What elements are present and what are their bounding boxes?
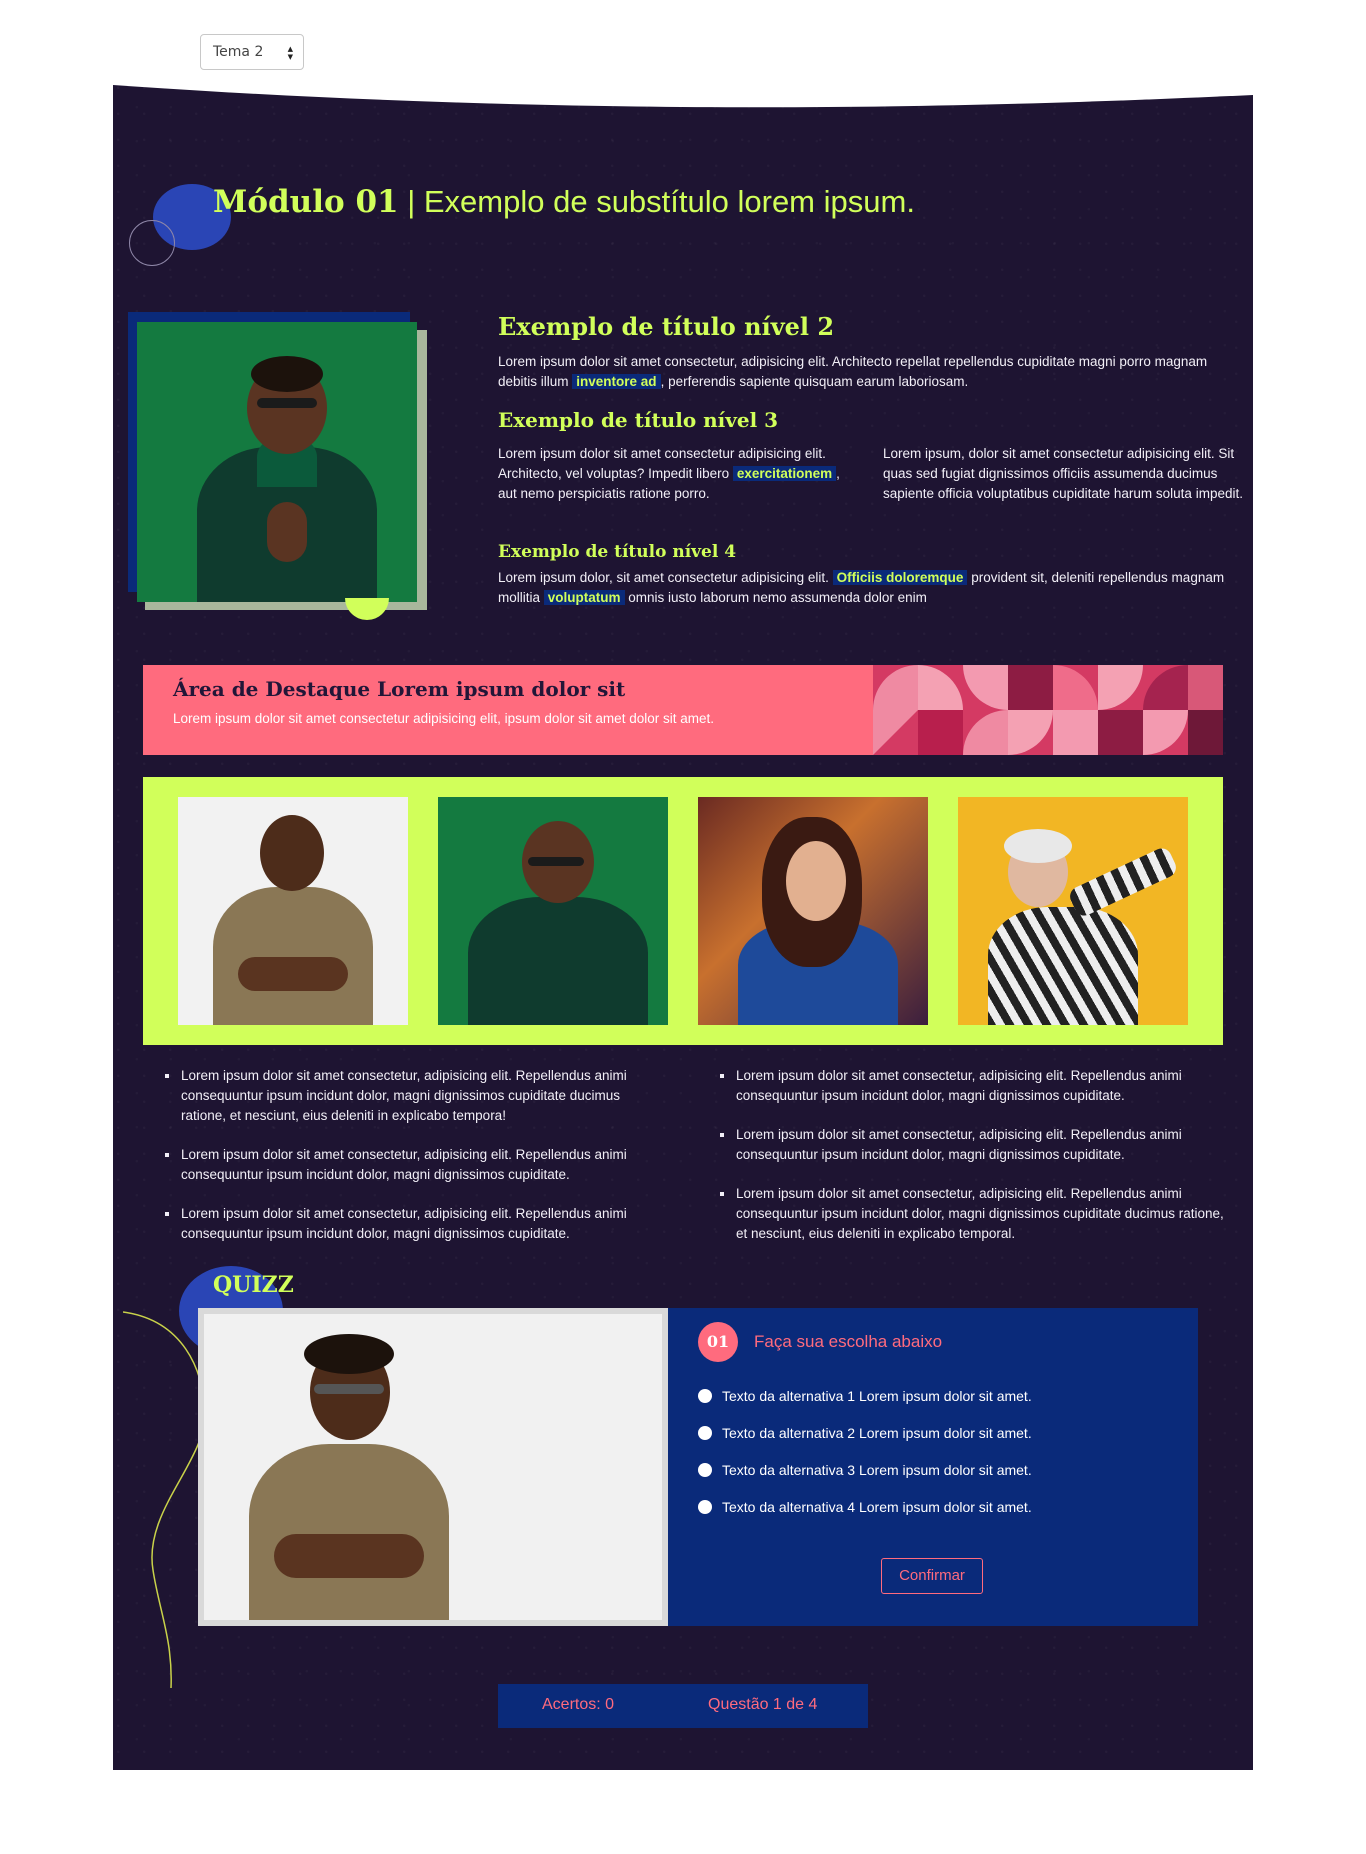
p4-highlight-2: voluptatum (543, 590, 625, 605)
gallery-photo-4[interactable] (958, 797, 1188, 1025)
list-item: Lorem ipsum dolor sit amet consectetur, … (720, 1184, 1230, 1244)
quiz-title: QUIZZ (213, 1272, 294, 1298)
theme-select-value: Tema 2 (213, 44, 264, 60)
p1-highlight: inventore ad (572, 374, 661, 389)
hero-person-figure (177, 352, 397, 602)
list-item: Lorem ipsum dolor sit amet consectetur, … (165, 1066, 665, 1126)
heading-level-2: Exemplo de título nível 2 (498, 312, 835, 341)
radio-icon[interactable] (698, 1463, 712, 1477)
module-separator: | (398, 184, 424, 219)
paragraph-4: Lorem ipsum dolor, sit amet consectetur … (498, 568, 1238, 608)
hero-deco-dot (345, 598, 389, 620)
p4-highlight-1: Officiis doloremque (832, 570, 968, 585)
p4-text-a: Lorem ipsum dolor, sit amet consectetur … (498, 570, 833, 585)
bullet-list-left: Lorem ipsum dolor sit amet consectetur, … (165, 1066, 665, 1263)
bullet-list-right: Lorem ipsum dolor sit amet consectetur, … (720, 1066, 1230, 1263)
radio-icon[interactable] (698, 1389, 712, 1403)
list-item: Lorem ipsum dolor sit amet consectetur, … (165, 1204, 665, 1244)
photo-gallery (143, 777, 1223, 1045)
theme-select[interactable]: Tema 2 ▲ ▼ (200, 34, 304, 70)
quiz-photo (198, 1308, 668, 1626)
question-number-badge: 01 (698, 1322, 738, 1362)
option-label: Texto da alternativa 1 Lorem ipsum dolor… (722, 1388, 1032, 1404)
module-title: Módulo 01 | Exemplo de substítulo lorem … (213, 184, 915, 220)
paragraph-2: Lorem ipsum dolor sit amet consectetur a… (498, 444, 858, 504)
title-deco-ring (129, 220, 175, 266)
score-count: Acertos: 0 (542, 1696, 615, 1713)
p2-highlight: exercitationem (732, 466, 837, 481)
question-prompt: Faça sua escolha abaixo (754, 1332, 943, 1351)
module-subtitle: Exemplo de substítulo lorem ipsum. (423, 184, 915, 219)
option-label: Texto da alternativa 2 Lorem ipsum dolor… (722, 1425, 1032, 1441)
list-item: Lorem ipsum dolor sit amet consectetur, … (720, 1125, 1230, 1165)
quiz-option-4[interactable]: Texto da alternativa 4 Lorem ipsum dolor… (698, 1499, 1032, 1515)
quiz-option-1[interactable]: Texto da alternativa 1 Lorem ipsum dolor… (698, 1388, 1032, 1404)
list-item: Lorem ipsum dolor sit amet consectetur, … (165, 1145, 665, 1185)
option-label: Texto da alternativa 3 Lorem ipsum dolor… (722, 1462, 1032, 1478)
p4-text-c: omnis iusto laborum nemo assumenda dolor… (624, 590, 927, 605)
list-item: Lorem ipsum dolor sit amet consectetur, … (720, 1066, 1230, 1106)
gallery-photo-3[interactable] (698, 797, 928, 1025)
highlight-title: Área de Destaque Lorem ipsum dolor sit (173, 677, 626, 701)
hero-photo (137, 322, 417, 602)
select-arrows-icon: ▲ ▼ (287, 45, 293, 61)
p1-text-b: , perferendis sapiente quisquam earum la… (660, 374, 969, 389)
question-progress: Questão 1 de 4 (708, 1696, 818, 1713)
top-wave-divider (113, 80, 1253, 108)
module-container: Módulo 01 | Exemplo de substítulo lorem … (113, 80, 1253, 1770)
quiz-option-2[interactable]: Texto da alternativa 2 Lorem ipsum dolor… (698, 1425, 1032, 1441)
option-label: Texto da alternativa 4 Lorem ipsum dolor… (722, 1499, 1032, 1515)
confirm-button[interactable]: Confirmar (881, 1558, 983, 1594)
quiz-panel: 01 Faça sua escolha abaixo Texto da alte… (668, 1308, 1198, 1626)
gallery-photo-2[interactable] (438, 797, 668, 1025)
geometric-pattern (873, 665, 1223, 755)
score-bar: Acertos: 0 Questão 1 de 4 (498, 1684, 868, 1728)
radio-icon[interactable] (698, 1500, 712, 1514)
paragraph-3: Lorem ipsum, dolor sit amet consectetur … (883, 446, 1243, 501)
module-number: Módulo 01 (213, 184, 399, 220)
paragraph-1: Lorem ipsum dolor sit amet consectetur, … (498, 352, 1238, 392)
highlight-text: Lorem ipsum dolor sit amet consectetur a… (173, 711, 714, 726)
heading-level-4: Exemplo de título nível 4 (498, 542, 737, 562)
heading-level-3: Exemplo de título nível 3 (498, 408, 779, 432)
highlight-area: Área de Destaque Lorem ipsum dolor sit L… (143, 665, 1223, 755)
radio-icon[interactable] (698, 1426, 712, 1440)
gallery-photo-1[interactable] (178, 797, 408, 1025)
quiz-option-3[interactable]: Texto da alternativa 3 Lorem ipsum dolor… (698, 1462, 1032, 1478)
